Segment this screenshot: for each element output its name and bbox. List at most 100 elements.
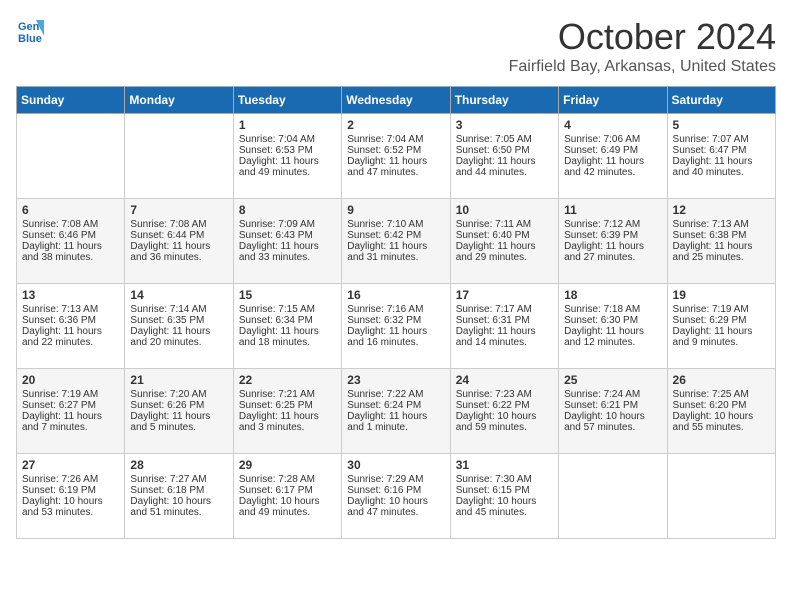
daylight-text: Daylight: 11 hours and 5 minutes. [130, 411, 227, 433]
calendar-cell: 19Sunrise: 7:19 AMSunset: 6:29 PMDayligh… [667, 284, 775, 369]
calendar-cell: 29Sunrise: 7:28 AMSunset: 6:17 PMDayligh… [233, 454, 341, 539]
day-number: 30 [347, 458, 444, 472]
calendar-cell: 30Sunrise: 7:29 AMSunset: 6:16 PMDayligh… [342, 454, 450, 539]
sunrise-text: Sunrise: 7:14 AM [130, 304, 227, 315]
sunset-text: Sunset: 6:36 PM [22, 315, 119, 326]
daylight-text: Daylight: 10 hours and 45 minutes. [456, 496, 553, 518]
calendar-cell: 21Sunrise: 7:20 AMSunset: 6:26 PMDayligh… [125, 369, 233, 454]
calendar-cell: 9Sunrise: 7:10 AMSunset: 6:42 PMDaylight… [342, 199, 450, 284]
day-number: 31 [456, 458, 553, 472]
col-thursday: Thursday [450, 87, 558, 114]
daylight-text: Daylight: 11 hours and 25 minutes. [673, 241, 770, 263]
calendar-cell: 5Sunrise: 7:07 AMSunset: 6:47 PMDaylight… [667, 114, 775, 199]
day-number: 18 [564, 288, 661, 302]
daylight-text: Daylight: 10 hours and 47 minutes. [347, 496, 444, 518]
logo: General Blue [16, 16, 44, 44]
calendar-cell: 2Sunrise: 7:04 AMSunset: 6:52 PMDaylight… [342, 114, 450, 199]
sunset-text: Sunset: 6:43 PM [239, 230, 336, 241]
sunset-text: Sunset: 6:42 PM [347, 230, 444, 241]
sunrise-text: Sunrise: 7:12 AM [564, 219, 661, 230]
daylight-text: Daylight: 11 hours and 1 minute. [347, 411, 444, 433]
sunrise-text: Sunrise: 7:07 AM [673, 134, 770, 145]
sunset-text: Sunset: 6:25 PM [239, 400, 336, 411]
sunrise-text: Sunrise: 7:19 AM [22, 389, 119, 400]
day-number: 12 [673, 203, 770, 217]
sunrise-text: Sunrise: 7:27 AM [130, 474, 227, 485]
calendar-cell: 20Sunrise: 7:19 AMSunset: 6:27 PMDayligh… [17, 369, 125, 454]
daylight-text: Daylight: 11 hours and 31 minutes. [347, 241, 444, 263]
calendar-cell: 22Sunrise: 7:21 AMSunset: 6:25 PMDayligh… [233, 369, 341, 454]
day-number: 25 [564, 373, 661, 387]
daylight-text: Daylight: 11 hours and 14 minutes. [456, 326, 553, 348]
sunrise-text: Sunrise: 7:18 AM [564, 304, 661, 315]
calendar-cell: 3Sunrise: 7:05 AMSunset: 6:50 PMDaylight… [450, 114, 558, 199]
daylight-text: Daylight: 11 hours and 38 minutes. [22, 241, 119, 263]
daylight-text: Daylight: 11 hours and 27 minutes. [564, 241, 661, 263]
daylight-text: Daylight: 11 hours and 7 minutes. [22, 411, 119, 433]
title-area: October 2024 Fairfield Bay, Arkansas, Un… [509, 16, 776, 76]
calendar-cell: 16Sunrise: 7:16 AMSunset: 6:32 PMDayligh… [342, 284, 450, 369]
calendar-cell: 27Sunrise: 7:26 AMSunset: 6:19 PMDayligh… [17, 454, 125, 539]
sunset-text: Sunset: 6:19 PM [22, 485, 119, 496]
sunset-text: Sunset: 6:15 PM [456, 485, 553, 496]
sunrise-text: Sunrise: 7:22 AM [347, 389, 444, 400]
sunset-text: Sunset: 6:53 PM [239, 145, 336, 156]
calendar-cell: 24Sunrise: 7:23 AMSunset: 6:22 PMDayligh… [450, 369, 558, 454]
day-number: 7 [130, 203, 227, 217]
sunset-text: Sunset: 6:52 PM [347, 145, 444, 156]
calendar-cell: 1Sunrise: 7:04 AMSunset: 6:53 PMDaylight… [233, 114, 341, 199]
sunrise-text: Sunrise: 7:26 AM [22, 474, 119, 485]
day-number: 19 [673, 288, 770, 302]
sunrise-text: Sunrise: 7:28 AM [239, 474, 336, 485]
sunrise-text: Sunrise: 7:08 AM [130, 219, 227, 230]
svg-text:Blue: Blue [18, 33, 42, 44]
sunset-text: Sunset: 6:30 PM [564, 315, 661, 326]
daylight-text: Daylight: 11 hours and 22 minutes. [22, 326, 119, 348]
daylight-text: Daylight: 10 hours and 53 minutes. [22, 496, 119, 518]
location-title: Fairfield Bay, Arkansas, United States [509, 58, 776, 76]
col-sunday: Sunday [17, 87, 125, 114]
sunrise-text: Sunrise: 7:13 AM [673, 219, 770, 230]
day-number: 3 [456, 118, 553, 132]
sunrise-text: Sunrise: 7:29 AM [347, 474, 444, 485]
calendar-cell: 13 Sunrise: 7:13 AMSunset: 6:36 PMDayligh… [17, 284, 125, 369]
calendar-week-2: 6Sunrise: 7:08 AMSunset: 6:46 PMDaylight… [17, 199, 776, 284]
day-number: 23 [347, 373, 444, 387]
sunrise-text: Sunrise: 7:19 AM [673, 304, 770, 315]
sunrise-text: Sunrise: 7:17 AM [456, 304, 553, 315]
day-number: 4 [564, 118, 661, 132]
sunset-text: Sunset: 6:38 PM [673, 230, 770, 241]
daylight-text: Daylight: 11 hours and 29 minutes. [456, 241, 553, 263]
calendar-cell: 25Sunrise: 7:24 AMSunset: 6:21 PMDayligh… [559, 369, 667, 454]
sunset-text: Sunset: 6:49 PM [564, 145, 661, 156]
sunset-text: Sunset: 6:34 PM [239, 315, 336, 326]
day-number: 8 [239, 203, 336, 217]
sunset-text: Sunset: 6:47 PM [673, 145, 770, 156]
sunset-text: Sunset: 6:20 PM [673, 400, 770, 411]
day-number: 14 [130, 288, 227, 302]
day-number: 10 [456, 203, 553, 217]
day-number: 26 [673, 373, 770, 387]
sunrise-text: Sunrise: 7:16 AM [347, 304, 444, 315]
calendar-table: Sunday Monday Tuesday Wednesday Thursday… [16, 86, 776, 539]
calendar-cell [667, 454, 775, 539]
col-saturday: Saturday [667, 87, 775, 114]
calendar-cell: 4Sunrise: 7:06 AMSunset: 6:49 PMDaylight… [559, 114, 667, 199]
calendar-week-4: 20Sunrise: 7:19 AMSunset: 6:27 PMDayligh… [17, 369, 776, 454]
calendar-cell: 14Sunrise: 7:14 AMSunset: 6:35 PMDayligh… [125, 284, 233, 369]
day-number: 6 [22, 203, 119, 217]
daylight-text: Daylight: 11 hours and 33 minutes. [239, 241, 336, 263]
daylight-text: Daylight: 11 hours and 42 minutes. [564, 156, 661, 178]
calendar-cell: 15Sunrise: 7:15 AMSunset: 6:34 PMDayligh… [233, 284, 341, 369]
sunset-text: Sunset: 6:17 PM [239, 485, 336, 496]
day-number: 17 [456, 288, 553, 302]
day-number: 13 [22, 288, 119, 302]
daylight-text: Daylight: 11 hours and 44 minutes. [456, 156, 553, 178]
sunrise-text: Sunrise: 7:08 AM [22, 219, 119, 230]
daylight-text: Daylight: 11 hours and 47 minutes. [347, 156, 444, 178]
daylight-text: Daylight: 11 hours and 3 minutes. [239, 411, 336, 433]
sunrise-text: Sunrise: 7:13 AM [22, 304, 119, 315]
sunset-text: Sunset: 6:18 PM [130, 485, 227, 496]
daylight-text: Daylight: 11 hours and 49 minutes. [239, 156, 336, 178]
sunset-text: Sunset: 6:22 PM [456, 400, 553, 411]
